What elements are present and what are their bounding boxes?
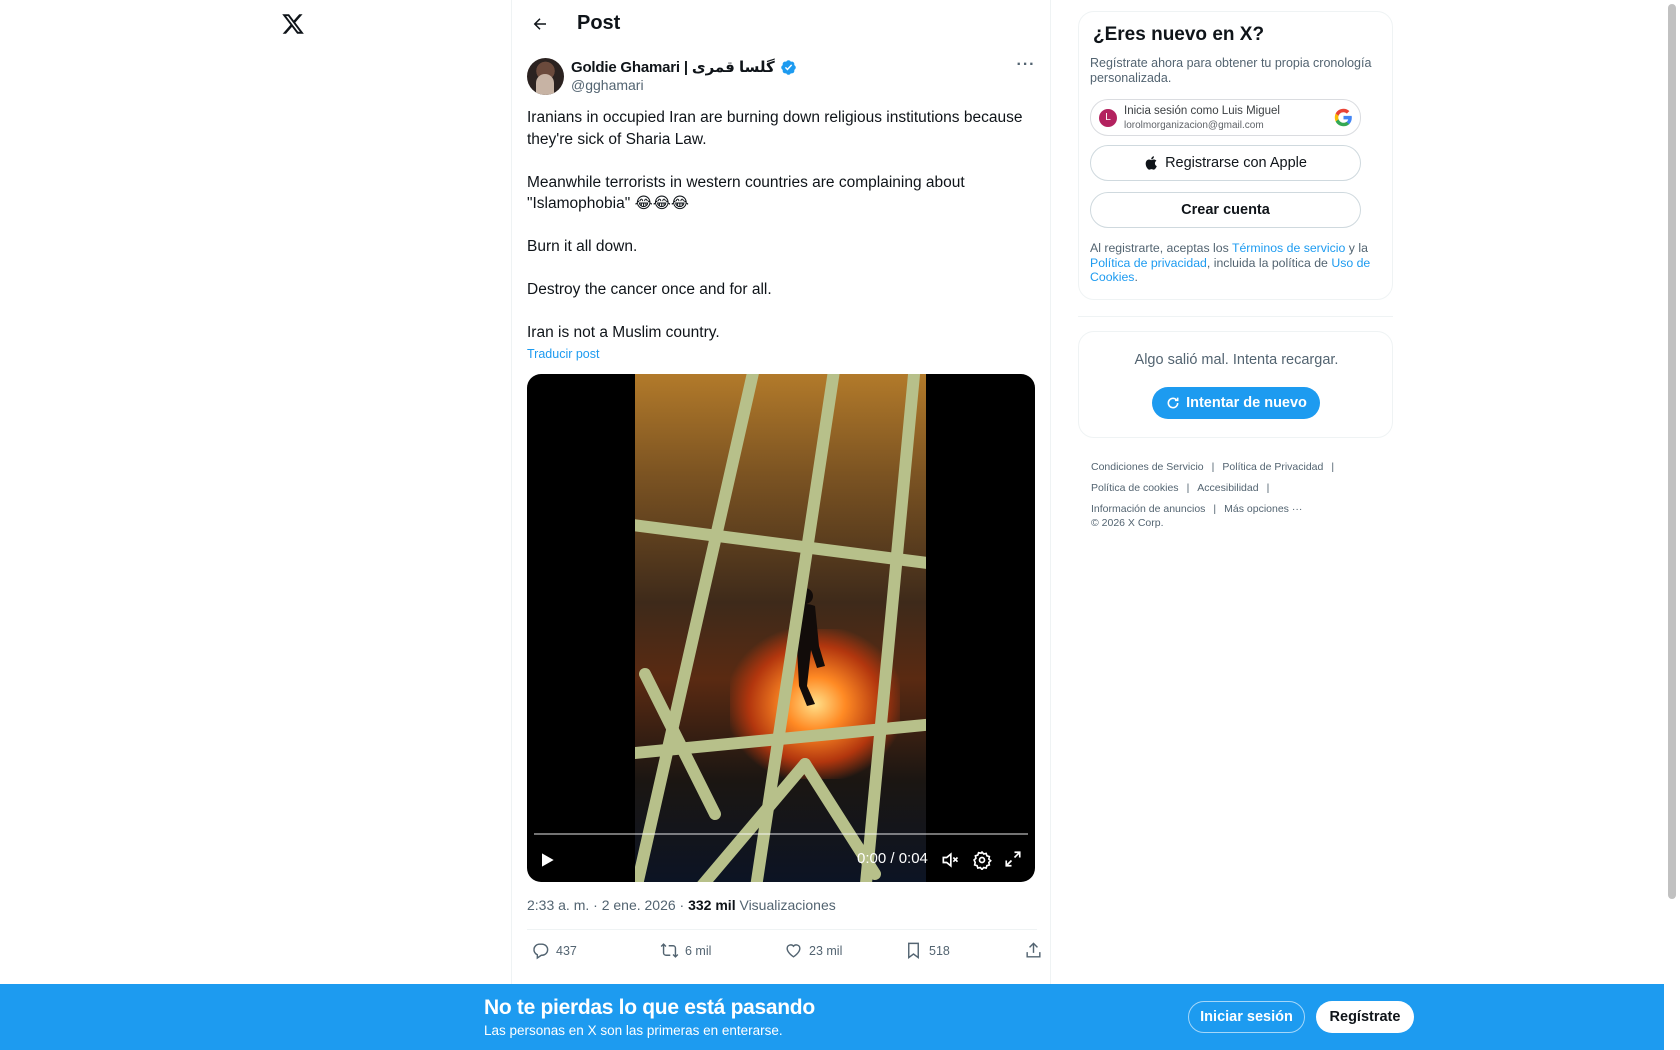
views-count: 332 mil (688, 897, 736, 913)
video-controls: 0:00 / 0:04 (527, 842, 1035, 882)
retry-button[interactable]: Intentar de nuevo (1152, 387, 1320, 419)
verified-badge-icon (780, 59, 796, 75)
video-progress-bar[interactable] (534, 833, 1028, 835)
post-paragraph: Iranians in occupied Iran are burning do… (527, 109, 1023, 148)
volume-icon[interactable] (940, 850, 960, 870)
heart-icon (786, 944, 801, 958)
banner-title: No te pierdas lo que está pasando (484, 996, 815, 1019)
window-bars (635, 374, 926, 882)
terms-of-service-link[interactable]: Términos de servicio (1232, 241, 1345, 255)
page-title: Post (577, 12, 621, 34)
register-button[interactable]: Regístrate (1316, 1001, 1414, 1033)
sidebar-footer: Condiciones de Servicio | Política de Pri… (1091, 456, 1391, 530)
terms-text: . (1134, 270, 1138, 284)
footer-link-terms[interactable]: Condiciones de Servicio (1091, 461, 1204, 473)
terms-text: y la (1345, 241, 1368, 255)
retry-label: Intentar de nuevo (1186, 395, 1307, 411)
terms-text: Al registrarte, aceptas los (1090, 241, 1232, 255)
bookmark-icon (908, 942, 919, 960)
avatar[interactable] (527, 58, 564, 95)
login-button[interactable]: Iniciar sesión (1188, 1001, 1305, 1033)
author-name[interactable]: Goldie Ghamari | گلسا قمری (571, 58, 775, 76)
author-handle[interactable]: @gghamari (571, 77, 644, 93)
refresh-icon (1167, 397, 1179, 409)
error-message: Algo salió mal. Intenta recargar. (1134, 352, 1339, 368)
main-column: Post Goldie Ghamari | گلسا قمری @gghamar… (511, 0, 1051, 1050)
post-timestamp[interactable]: 2:33 a. m. · 2 ene. 2026 · (527, 897, 688, 913)
terms-text: , incluida la política de (1206, 255, 1332, 270)
error-card: Algo salió mal. Intenta recargar. Intent… (1078, 331, 1393, 438)
apple-icon (1145, 156, 1157, 170)
reply-count: 437 (556, 943, 577, 958)
footer-link-accessibility[interactable]: Accesibilidad (1197, 482, 1258, 494)
post-author: Goldie Ghamari | گلسا قمری @gghamari ··· (527, 57, 1037, 98)
signup-subtitle: Regístrate ahora para obtener tu propia … (1090, 56, 1372, 85)
google-account-avatar: L (1099, 109, 1117, 127)
sidebar-divider (1078, 316, 1393, 317)
back-button[interactable] (526, 10, 554, 38)
google-account-name: Inicia sesión como Luis Miguel (1124, 105, 1280, 117)
signup-card: ¿Eres nuevo en X? Regístrate ahora para … (1078, 11, 1393, 300)
signup-title: ¿Eres nuevo en X? (1093, 24, 1265, 45)
divider (527, 929, 1037, 930)
more-options-button[interactable]: ··· (1015, 57, 1037, 80)
privacy-policy-link[interactable]: Política de privacidad (1090, 256, 1207, 270)
apple-signup-button[interactable]: Registrarse con Apple (1090, 145, 1361, 181)
like-count: 23 mil (809, 943, 843, 958)
banner-subtitle: Las personas en X son las primeras en en… (484, 1023, 783, 1038)
post-actions: 437 6 mil 23 mil 518 (527, 941, 1041, 963)
footer-link-ads-info[interactable]: Información de anuncios (1091, 503, 1205, 515)
post-paragraph: Meanwhile terrorists in western countrie… (527, 173, 965, 213)
like-button[interactable]: 23 mil (784, 941, 842, 960)
video-frame (635, 374, 926, 882)
page-scrollbar[interactable] (1664, 0, 1680, 1050)
google-account-email: lorolmorganizacion@gmail.com (1124, 120, 1264, 131)
footer-link-cookies[interactable]: Política de cookies (1091, 482, 1179, 494)
post-meta: 2:33 a. m. · 2 ene. 2026 · 332 mil Visua… (527, 897, 836, 913)
footer-link-privacy[interactable]: Política de Privacidad (1222, 461, 1323, 473)
views-label: Visualizaciones (735, 897, 836, 913)
settings-gear-icon[interactable] (972, 850, 992, 870)
play-icon[interactable] (537, 850, 557, 870)
google-icon (1334, 108, 1352, 127)
post-header: Post (512, 0, 1052, 48)
footer-link-more-options[interactable]: Más opciones ··· (1224, 503, 1302, 515)
reply-icon (533, 943, 549, 960)
copyright: © 2026 X Corp. (1091, 517, 1164, 529)
fullscreen-icon[interactable] (1004, 850, 1022, 868)
translate-post-link[interactable]: Traducir post (527, 347, 599, 361)
post-text: Iranians in occupied Iran are burning do… (527, 107, 1037, 344)
signup-banner: No te pierdas lo que está pasando Las pe… (0, 984, 1664, 1050)
repost-button[interactable]: 6 mil (660, 941, 711, 960)
repost-icon (660, 943, 679, 958)
scrollbar-thumb[interactable] (1668, 4, 1676, 899)
post-paragraph: Burn it all down. (527, 238, 638, 255)
video-time: 0:00 / 0:04 (857, 850, 928, 867)
bookmark-count: 518 (929, 943, 950, 958)
arrow-left-icon (533, 18, 546, 30)
signup-terms: Al registrarte, aceptas los Términos de … (1090, 241, 1384, 285)
x-logo-icon[interactable] (281, 12, 305, 40)
google-signin-button[interactable]: L Inicia sesión como Luis Miguel lorolmo… (1090, 99, 1361, 136)
share-icon (1026, 942, 1041, 958)
reply-button[interactable]: 437 (531, 941, 577, 960)
create-account-button[interactable]: Crear cuenta (1090, 192, 1361, 228)
author-name-row: Goldie Ghamari | گلسا قمری (571, 58, 797, 76)
post-paragraph: Destroy the cancer once and for all. (527, 281, 772, 298)
apple-signup-label: Registrarse con Apple (1165, 155, 1307, 171)
repost-count: 6 mil (685, 943, 712, 958)
share-button[interactable] (1024, 941, 1043, 960)
post-paragraph: Iran is not a Muslim country. (527, 324, 720, 341)
video-player[interactable]: 0:00 / 0:04 (527, 374, 1035, 882)
bookmark-button[interactable]: 518 (904, 941, 950, 960)
